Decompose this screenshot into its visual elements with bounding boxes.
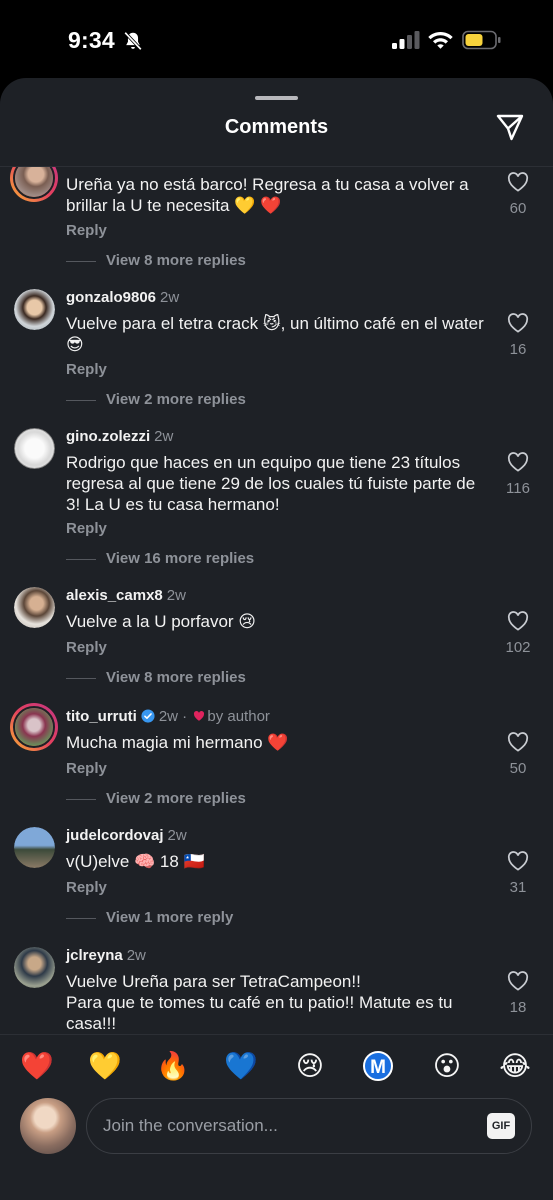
like-button[interactable]: 50	[500, 732, 536, 777]
like-button[interactable]: 18	[500, 971, 536, 1016]
quick-reaction-bar: ❤️ 💛 🔥 💙 😢 M 😮 😂	[0, 1047, 553, 1087]
like-button[interactable]: 102	[500, 611, 536, 656]
comment-time: 2w	[167, 827, 187, 844]
view-more-replies-label: View 2 more replies	[106, 391, 246, 408]
like-count: 116	[506, 480, 530, 497]
comment-meta: alexis_camx8 2w	[66, 587, 186, 604]
status-bar: 9:34	[0, 0, 553, 80]
view-more-replies[interactable]: View 1 more reply	[66, 909, 233, 926]
reaction-yellow-heart[interactable]: 💛	[85, 1047, 125, 1087]
liked-by-author-label: by author	[207, 708, 270, 725]
reaction-laughing-face[interactable]: 😂	[495, 1047, 535, 1087]
reply-button[interactable]: Reply	[66, 520, 107, 537]
like-button[interactable]: 16	[500, 313, 536, 358]
comment-text: v(U)elve 🧠 18 🇨🇱	[66, 852, 205, 871]
comment-time: 2w	[166, 587, 186, 604]
reaction-surprised-face[interactable]: 😮	[427, 1047, 467, 1087]
send-icon[interactable]	[494, 111, 526, 143]
comment-text: Vuelve para el tetra crack 😼, un último …	[66, 314, 484, 354]
heart-outline-icon	[507, 172, 529, 192]
comments-sheet: Comments anarossagli2w Ureña ya no está …	[0, 78, 553, 1200]
comment-meta: tito_urruti 2w · by author	[66, 708, 270, 725]
view-more-replies-label: View 2 more replies	[106, 790, 246, 807]
comment-input-placeholder: Join the conversation...	[103, 1116, 278, 1135]
view-more-replies-label: View 8 more replies	[106, 669, 246, 686]
like-count: 16	[509, 341, 527, 358]
comment-username[interactable]: gino.zolezzi	[66, 428, 150, 445]
comment-text: Vuelve a la U porfavor 😢	[66, 612, 257, 631]
avatar[interactable]	[14, 827, 55, 868]
comment-time: 2w	[154, 428, 174, 445]
sheet-grabber[interactable]	[255, 96, 298, 100]
avatar[interactable]	[10, 167, 58, 202]
comment-meta: gonzalo9806 2w	[66, 289, 179, 306]
battery-icon	[462, 30, 501, 50]
heart-outline-icon	[507, 452, 529, 472]
gif-button[interactable]: GIF	[487, 1113, 515, 1139]
like-count: 60	[509, 200, 527, 217]
view-more-replies[interactable]: View 2 more replies	[66, 790, 246, 807]
wifi-icon	[428, 32, 453, 49]
heart-outline-icon	[507, 611, 529, 631]
author-liked-heart-icon	[194, 711, 205, 721]
comment-time: 2w	[126, 947, 146, 964]
comment-meta: judelcordovaj 2w	[66, 827, 187, 844]
reaction-fire[interactable]: 🔥	[153, 1047, 193, 1087]
avatar[interactable]	[14, 428, 55, 469]
reaction-red-heart[interactable]: ❤️	[17, 1047, 57, 1087]
reply-button[interactable]: Reply	[66, 639, 107, 656]
reply-button[interactable]: Reply	[66, 361, 107, 378]
comment-list[interactable]: anarossagli2w Ureña ya no está barco! Re…	[0, 167, 553, 1034]
comment-input[interactable]: Join the conversation... GIF	[86, 1098, 532, 1154]
current-user-avatar	[20, 1098, 76, 1154]
heart-outline-icon	[507, 971, 529, 991]
view-more-replies-label: View 8 more replies	[106, 252, 246, 269]
sheet-title: Comments	[224, 116, 329, 138]
reaction-crying-face[interactable]: 😢	[290, 1047, 330, 1087]
view-more-replies-label: View 1 more reply	[106, 909, 234, 926]
like-button[interactable]: 116	[500, 452, 536, 497]
status-time: 9:34	[68, 27, 115, 53]
comment-time: 2w	[158, 708, 179, 725]
reaction-m-badge[interactable]: M	[363, 1051, 393, 1081]
comment-text: Vuelve Ureña para ser TetraCampeon!! Par…	[66, 972, 453, 1033]
heart-outline-icon	[507, 732, 529, 752]
comment-meta: gino.zolezzi 2w	[66, 428, 173, 445]
like-count: 102	[505, 639, 531, 656]
cellular-signal-icon	[392, 31, 420, 49]
reply-button[interactable]: Reply	[66, 222, 107, 239]
reply-button[interactable]: Reply	[66, 879, 107, 896]
like-button[interactable]: 60	[500, 172, 536, 217]
verified-badge-icon	[141, 709, 155, 723]
comment-username[interactable]: judelcordovaj	[66, 827, 164, 844]
avatar[interactable]	[14, 587, 55, 628]
heart-outline-icon	[507, 851, 529, 871]
reaction-blue-heart[interactable]: 💙	[221, 1047, 261, 1087]
view-more-replies-label: View 16 more replies	[106, 550, 255, 567]
bell-off-icon	[124, 31, 142, 51]
view-more-replies[interactable]: View 16 more replies	[66, 550, 254, 567]
like-count: 31	[509, 879, 527, 896]
comment-text: Ureña ya no está barco! Regresa a tu cas…	[66, 175, 469, 215]
view-more-replies[interactable]: View 8 more replies	[66, 252, 246, 269]
comment-username[interactable]: gonzalo9806	[66, 289, 156, 306]
heart-outline-icon	[507, 313, 529, 333]
comment-text: Rodrigo que haces en un equipo que tiene…	[66, 453, 476, 514]
like-count: 50	[509, 760, 527, 777]
view-more-replies[interactable]: View 8 more replies	[66, 669, 246, 686]
comment-username[interactable]: tito_urruti	[66, 708, 137, 725]
avatar[interactable]	[14, 947, 55, 988]
view-more-replies[interactable]: View 2 more replies	[66, 391, 246, 408]
comment-composer: ❤️ 💛 🔥 💙 😢 M 😮 😂 Join the conversation..…	[0, 1034, 553, 1200]
like-button[interactable]: 31	[500, 851, 536, 896]
reply-button[interactable]: Reply	[66, 760, 107, 777]
avatar[interactable]	[14, 289, 55, 330]
comment-meta: jclreyna 2w	[66, 947, 146, 964]
comment-username[interactable]: alexis_camx8	[66, 587, 163, 604]
like-count: 18	[509, 999, 527, 1016]
comment-time: 2w	[160, 289, 180, 306]
comment-username[interactable]: jclreyna	[66, 947, 123, 964]
avatar[interactable]	[10, 703, 58, 751]
comment-text: Mucha magia mi hermano ❤️	[66, 733, 289, 752]
